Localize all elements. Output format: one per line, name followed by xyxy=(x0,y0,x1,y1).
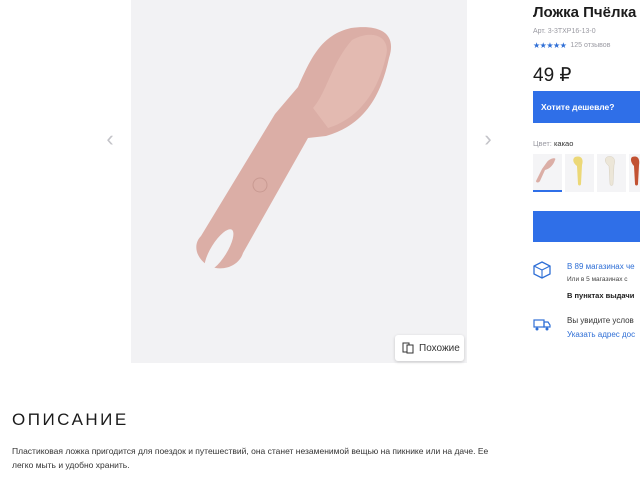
delivery-truck-icon xyxy=(533,319,551,331)
color-swatch-cocoa[interactable] xyxy=(533,154,562,192)
product-price: 49 ₽ xyxy=(533,65,572,86)
delivery-info: Вы увидите услов xyxy=(567,316,634,325)
color-value: какао xyxy=(553,139,574,148)
pickup-points: В пунктах выдачи xyxy=(567,291,635,300)
reviews-count: 125 отзывов xyxy=(570,42,611,49)
color-swatch-beige[interactable] xyxy=(597,154,626,192)
cheaper-button-label: Хотите дешевле? xyxy=(541,102,615,112)
article-number: Арт. 3-3ТХР16-13-0 xyxy=(533,28,596,35)
swatch-spoon-yellow-icon xyxy=(573,156,583,186)
cheaper-button[interactable]: Хотите дешевле? xyxy=(533,91,640,123)
similar-button-label: Похожие xyxy=(419,342,460,354)
store-box-icon xyxy=(533,261,551,279)
color-label-text: Цвет: xyxy=(533,139,552,148)
color-label: Цвет: какао xyxy=(533,139,573,148)
product-gallery xyxy=(131,0,467,363)
stores-availability-link[interactable]: В 89 магазинах че xyxy=(567,262,635,271)
swatch-spoon-red-icon xyxy=(630,156,640,186)
rating-stars-icon: ★★★★★ xyxy=(533,41,567,50)
similar-button[interactable]: Похожие xyxy=(395,335,464,361)
color-swatch-yellow[interactable] xyxy=(565,154,594,192)
color-swatch-red[interactable] xyxy=(629,154,640,192)
swatch-spoon-cocoa-icon xyxy=(536,158,556,183)
add-to-cart-button[interactable] xyxy=(533,211,640,242)
similar-icon xyxy=(402,342,414,354)
product-image xyxy=(196,27,392,271)
description-heading: ОПИСАНИЕ xyxy=(12,410,129,429)
swatch-spoon-beige-icon xyxy=(605,156,615,186)
gallery-next-arrow[interactable]: › xyxy=(480,128,496,150)
description-text: Пластиковая ложка пригодится для поездок… xyxy=(12,446,489,470)
rating[interactable]: ★★★★★ 125 отзывов xyxy=(533,41,610,50)
set-address-link[interactable]: Указать адрес дос xyxy=(567,330,635,339)
stores-subtext: Или в 5 магазинах с xyxy=(567,276,628,283)
product-title: Ложка Пчёлка xyxy=(533,4,637,21)
gallery-prev-arrow[interactable]: ‹ xyxy=(102,128,118,150)
